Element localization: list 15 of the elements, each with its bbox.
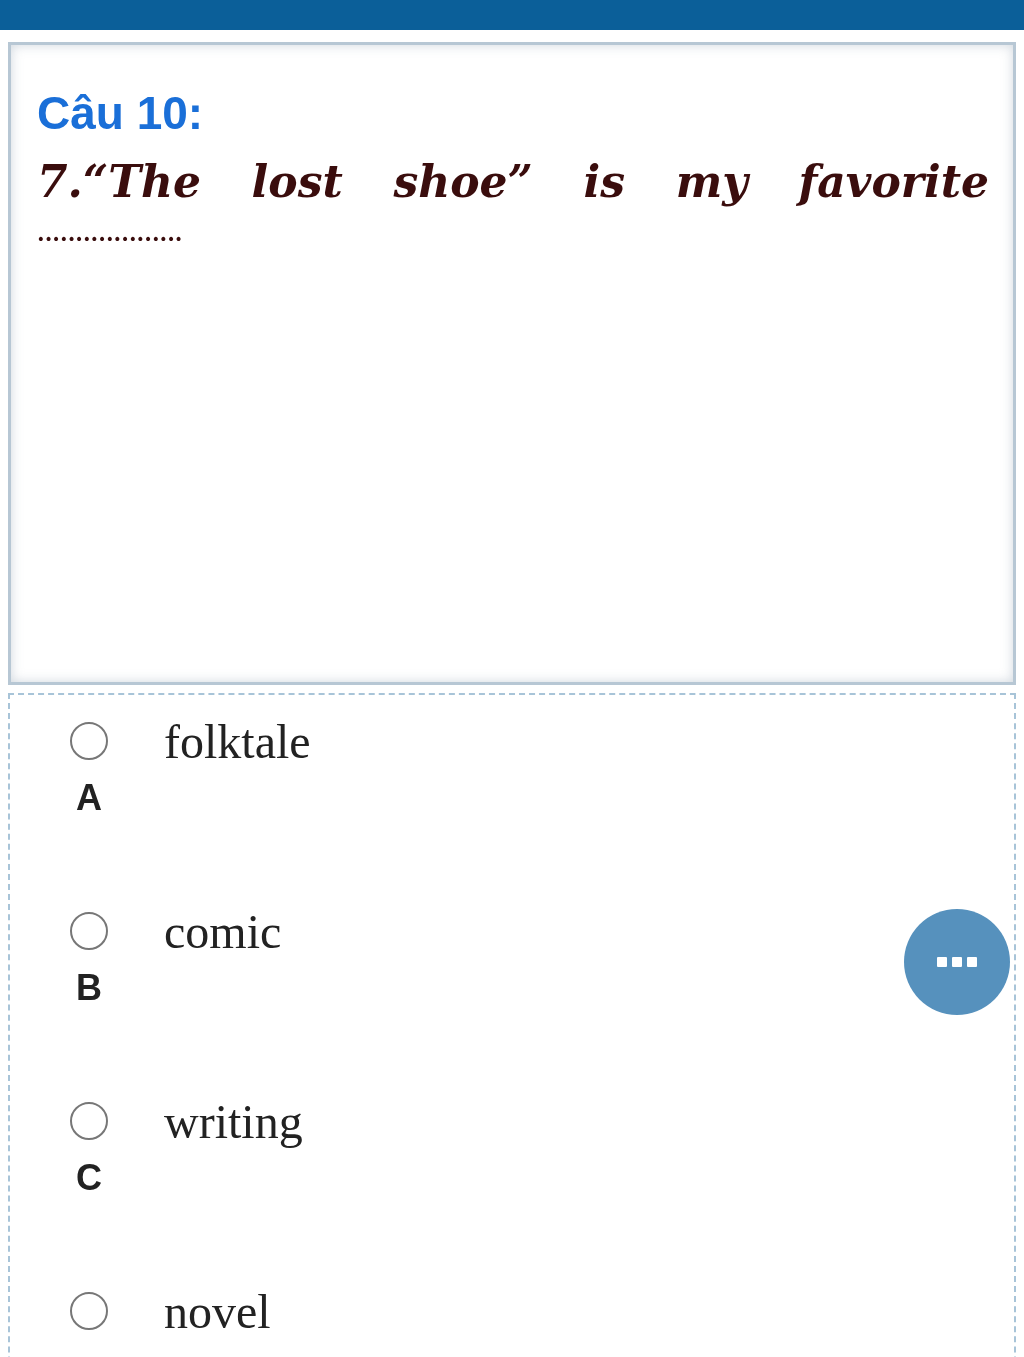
option-label: B bbox=[75, 967, 102, 1009]
option-label: C bbox=[75, 1157, 102, 1199]
radio-button[interactable] bbox=[70, 722, 108, 760]
fill-in-line: ................... bbox=[37, 219, 183, 248]
option-label: A bbox=[75, 777, 102, 819]
radio-button[interactable] bbox=[70, 1292, 108, 1330]
question-title: Câu 10: bbox=[37, 86, 205, 141]
option-text[interactable]: comic bbox=[164, 903, 282, 959]
more-icon bbox=[937, 955, 977, 969]
radio-button[interactable] bbox=[70, 912, 108, 950]
radio-button[interactable] bbox=[70, 1102, 108, 1140]
option-text[interactable]: folktale bbox=[164, 713, 311, 769]
question-text: 7.“The lost shoe” is my favorite bbox=[37, 155, 989, 209]
option-text[interactable]: writing bbox=[164, 1093, 303, 1149]
option-text[interactable]: novel bbox=[164, 1283, 271, 1339]
